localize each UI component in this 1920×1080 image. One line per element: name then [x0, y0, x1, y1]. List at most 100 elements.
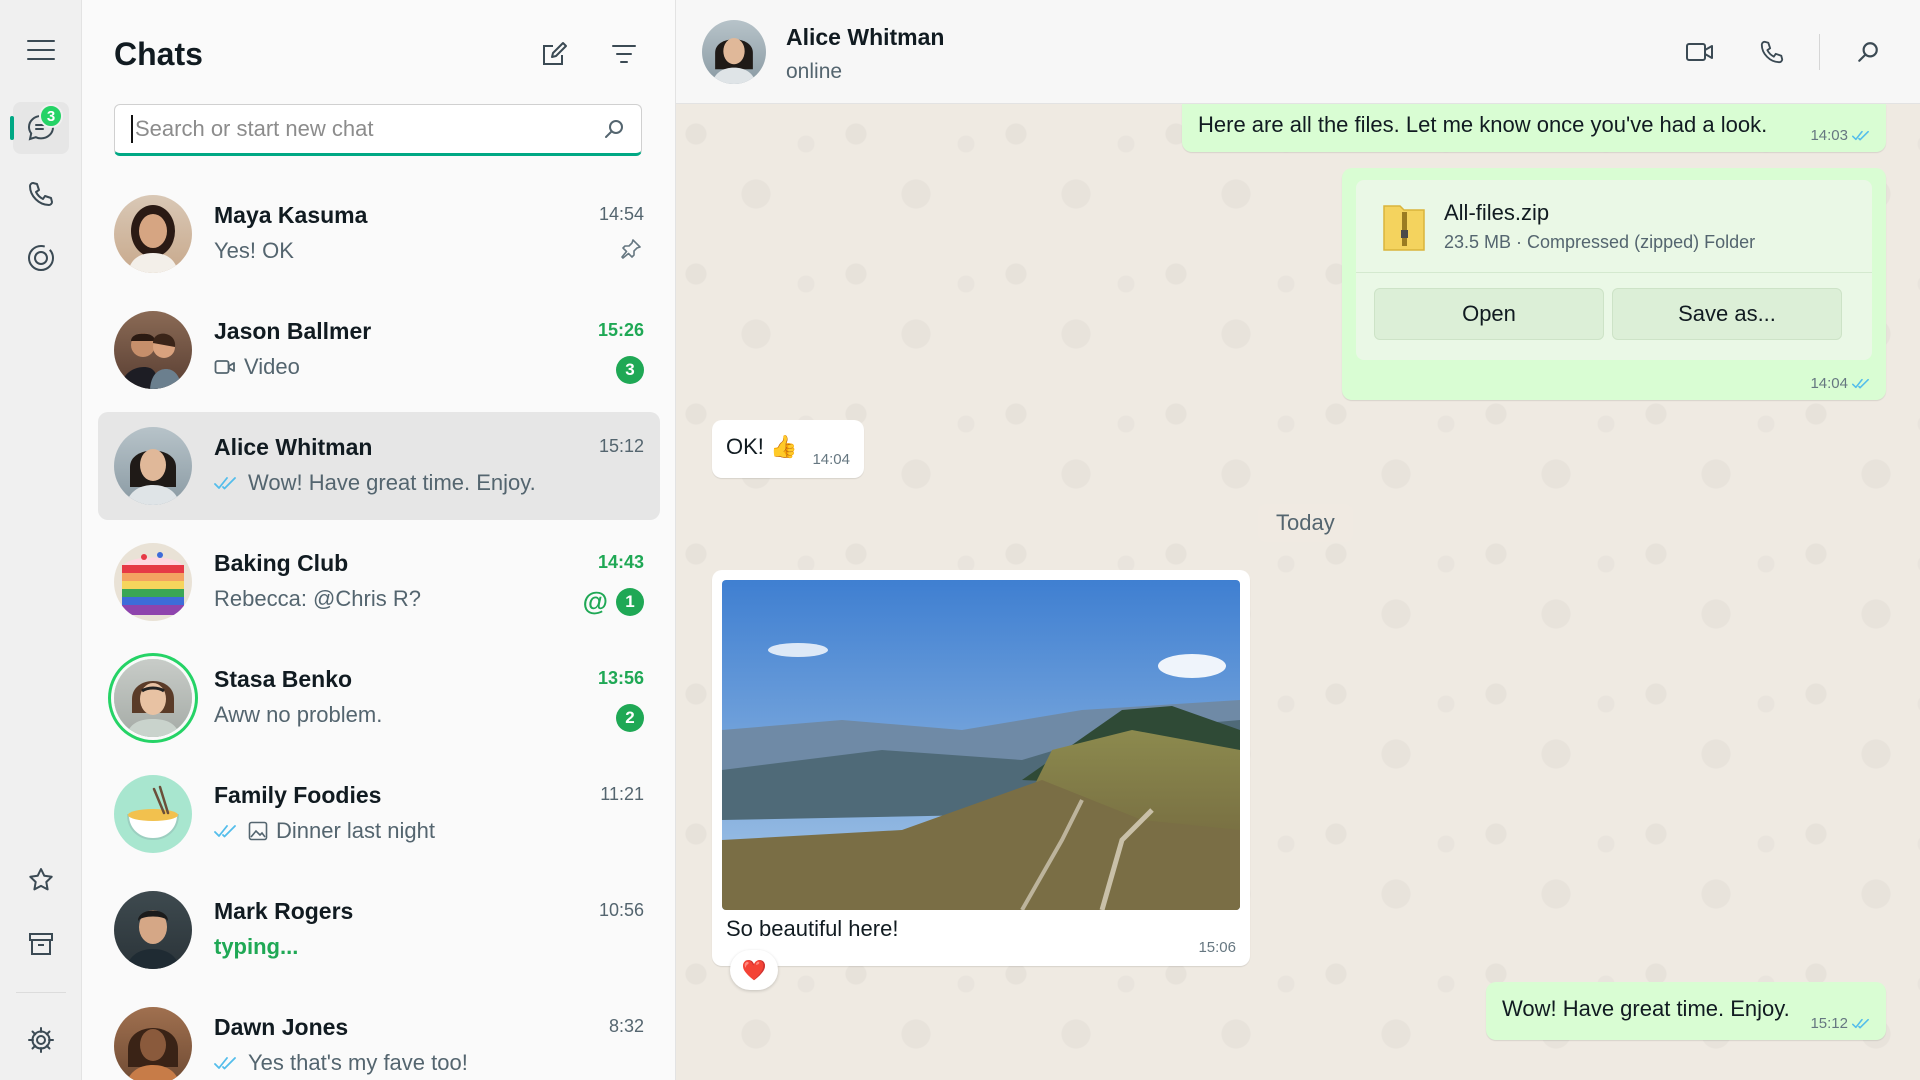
chat-name: Dawn Jones [214, 1014, 349, 1040]
avatar [114, 775, 192, 853]
chat-item-alice-whitman[interactable]: Alice Whitman Wow! Have great time. Enjo… [98, 412, 660, 520]
chat-item-dawn-jones[interactable]: Dawn Jones Yes that's my fave too! 8:32 [98, 992, 660, 1080]
heart-reaction[interactable]: ❤️ [730, 950, 778, 990]
chat-time: 15:26 [597, 320, 644, 340]
message-meta: 15:12 [1810, 1015, 1872, 1032]
new-chat-button[interactable] [532, 32, 576, 76]
nav-rail: 3 [0, 0, 82, 1080]
message-time: 14:04 [812, 451, 850, 468]
chat-name: Mark Rogers [214, 898, 354, 924]
settings-button[interactable] [13, 1014, 69, 1066]
calls-nav-button[interactable] [13, 168, 69, 220]
text-caret [131, 115, 133, 143]
double-check-icon [214, 477, 236, 490]
day-separator: Today [1258, 504, 1353, 542]
rail-divider [16, 992, 66, 993]
chat-item-mark-rogers[interactable]: Mark Rogers typing... 10:56 [98, 876, 660, 984]
message-text: Wow! Have great time. Enjoy. [1502, 996, 1790, 1021]
message-area[interactable]: Here are all the files. Let me know once… [676, 104, 1920, 1080]
avatar [114, 427, 192, 505]
save-as-button[interactable]: Save as... [1612, 288, 1842, 340]
gear-icon [28, 1027, 54, 1053]
double-check-icon [214, 825, 236, 838]
starred-button[interactable] [13, 854, 69, 906]
chat-preview: Yes that's my fave too! [214, 1050, 468, 1076]
phone-icon [29, 182, 53, 206]
video-icon [214, 360, 235, 374]
message-incoming-photo[interactable]: So beautiful here! 15:06 ❤️ [712, 570, 1250, 990]
chat-item-jason-ballmer[interactable]: Jason Ballmer Video 15:26 3 [98, 296, 660, 404]
unread-count-badge: 3 [616, 356, 644, 384]
menu-button[interactable] [13, 24, 69, 76]
zip-folder-icon [1383, 205, 1425, 251]
message-text: OK! 👍 [726, 434, 798, 459]
message-incoming[interactable]: OK! 👍 14:04 [712, 420, 864, 478]
avatar [114, 543, 192, 621]
chat-preview: Yes! OK [214, 238, 294, 264]
archive-icon [29, 933, 53, 955]
heart-icon: ❤️ [741, 959, 767, 982]
contact-name[interactable]: Alice Whitman [786, 24, 944, 51]
avatar [114, 311, 192, 389]
mention-badge: @ [582, 586, 608, 616]
preview-text: Yes that's my fave too! [248, 1050, 468, 1075]
avatar [114, 1007, 192, 1080]
contact-status: online [786, 60, 843, 83]
message-outgoing-file[interactable]: All-files.zip 23.5 MB · Compressed (zipp… [1342, 168, 1886, 400]
open-file-button[interactable]: Open [1374, 288, 1604, 340]
status-nav-button[interactable] [13, 232, 69, 284]
message-meta: 14:04 [1810, 375, 1872, 392]
chat-item-maya-kasuma[interactable]: Maya Kasuma Yes! OK 14:54 [98, 180, 660, 288]
message-outgoing[interactable]: Wow! Have great time. Enjoy. 15:12 [1486, 982, 1886, 1040]
file-attachment: All-files.zip 23.5 MB · Compressed (zipp… [1356, 180, 1872, 360]
preview-text: Rebecca: @Chris R? [214, 586, 421, 611]
search-box[interactable] [114, 104, 642, 156]
message-time: 15:12 [1810, 1015, 1848, 1032]
search-in-chat-button[interactable] [1844, 30, 1892, 74]
header-divider [1819, 34, 1820, 70]
conversation-panel: Alice Whitman online Here are all the fi… [676, 0, 1920, 1080]
preview-text: Dinner last night [276, 818, 435, 843]
double-check-icon [214, 1057, 236, 1070]
filter-button[interactable] [602, 32, 646, 76]
message-meta: 15:06 [1198, 939, 1236, 956]
preview-text: Aww no problem. [214, 702, 383, 727]
conversation-header: Alice Whitman online [676, 0, 1920, 104]
search-icon [605, 120, 623, 138]
message-outgoing[interactable]: Here are all the files. Let me know once… [1182, 104, 1886, 152]
status-icon [28, 245, 54, 271]
message-time: 14:03 [1810, 127, 1848, 144]
photo-caption: So beautiful here! [726, 916, 899, 941]
double-check-icon [1852, 378, 1869, 389]
chat-list-panel: Chats Maya Kasuma Yes! OK 14:54 Jason Ba… [82, 0, 676, 1080]
chat-preview: Video [214, 354, 300, 380]
chat-name: Baking Club [214, 550, 349, 576]
message-meta: 14:03 [1810, 127, 1872, 144]
chat-item-family-foodies[interactable]: Family Foodies Dinner last night 11:21 [98, 760, 660, 868]
chat-time: 15:12 [598, 436, 644, 456]
unread-chats-badge: 3 [39, 104, 63, 128]
chat-time: 14:43 [597, 552, 644, 572]
chat-time: 13:56 [597, 668, 644, 688]
file-info: 23.5 MB · Compressed (zipped) Folder [1444, 232, 1756, 252]
message-time: 15:06 [1198, 939, 1236, 956]
chat-item-stasa-benko[interactable]: Stasa Benko Aww no problem. 13:56 2 [98, 644, 660, 752]
unread-count-badge: 1 [616, 588, 644, 616]
chat-name: Family Foodies [214, 782, 382, 808]
typing-indicator: typing... [214, 934, 299, 959]
chats-nav-button[interactable]: 3 [10, 102, 69, 154]
photo-attachment[interactable] [722, 580, 1240, 910]
contact-avatar[interactable] [702, 20, 766, 84]
chat-preview: Dinner last night [214, 818, 435, 844]
photo-icon [248, 821, 268, 841]
video-call-button[interactable] [1676, 30, 1724, 74]
preview-text: Video [244, 354, 300, 379]
preview-text: Yes! OK [214, 238, 294, 263]
search-input[interactable] [135, 116, 603, 142]
archived-button[interactable] [13, 918, 69, 970]
chat-preview: Aww no problem. [214, 702, 382, 728]
chat-item-baking-club[interactable]: Baking Club Rebecca: @Chris R? 14:43 @ 1 [98, 528, 660, 636]
voice-call-button[interactable] [1748, 30, 1796, 74]
unread-count-badge: 2 [616, 704, 644, 732]
chat-name: Maya Kasuma [214, 202, 368, 228]
